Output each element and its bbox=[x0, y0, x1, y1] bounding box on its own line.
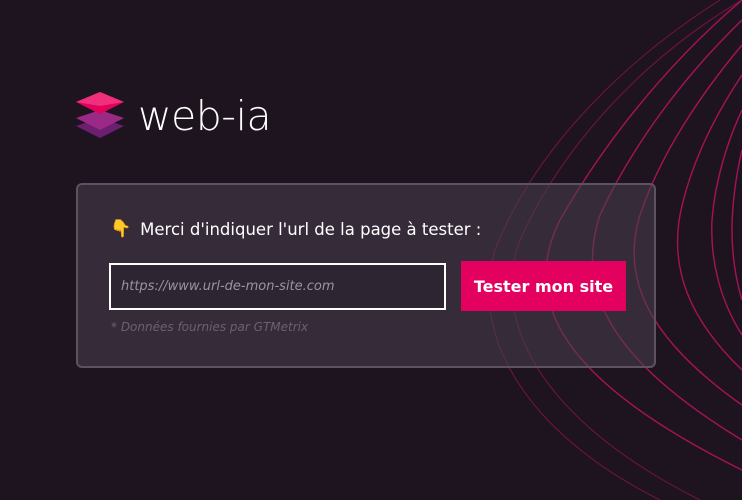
url-test-form: 👇 Merci d'indiquer l'url de la page à te… bbox=[76, 183, 656, 368]
brand-name: web-ia bbox=[138, 91, 272, 140]
brand-logo[interactable]: web-ia bbox=[72, 88, 272, 144]
url-input[interactable] bbox=[109, 263, 446, 310]
data-credits-note: * Données fournies par GTMetrix bbox=[111, 320, 309, 334]
test-site-button[interactable]: Tester mon site bbox=[461, 261, 626, 311]
prompt-text: Merci d'indiquer l'url de la page à test… bbox=[140, 219, 482, 239]
form-prompt: 👇 Merci d'indiquer l'url de la page à te… bbox=[110, 219, 481, 239]
pointing-down-icon: 👇 bbox=[110, 219, 132, 239]
layers-icon bbox=[76, 92, 124, 138]
